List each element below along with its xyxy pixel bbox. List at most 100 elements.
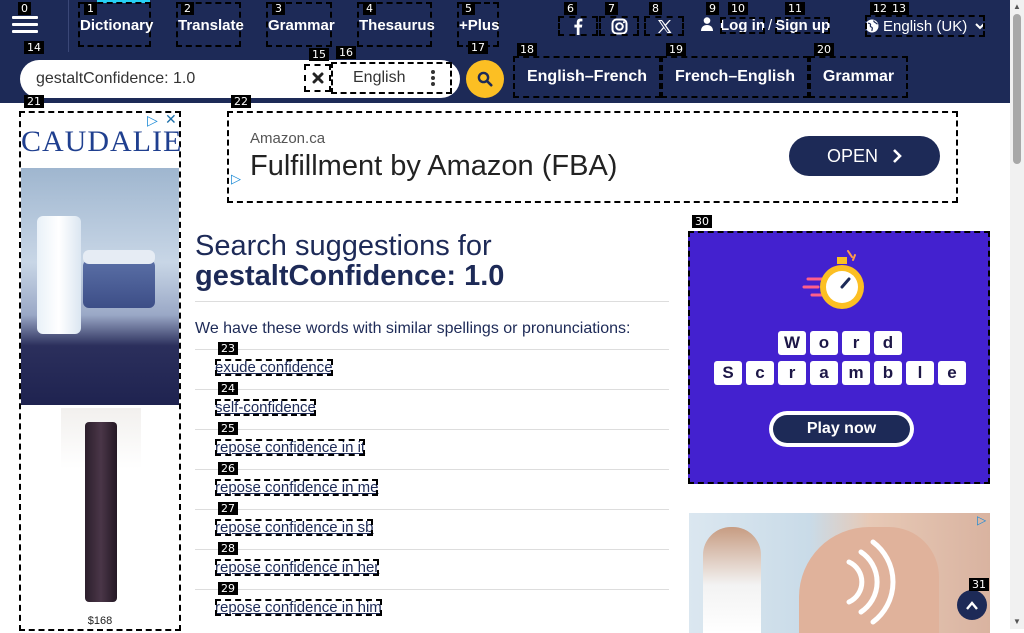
element-index-marker: 15 [309, 48, 329, 61]
suggestion-link[interactable]: repose confidence in it [215, 439, 366, 456]
word-scramble-promo[interactable]: W o r d S c r a m b l e Play now [688, 231, 990, 484]
element-index-marker: 9 [706, 2, 719, 15]
caudalie-ad[interactable]: ▷ ✕ CAUDALIE $168 [19, 111, 181, 631]
letter-tile: r [842, 331, 870, 355]
scrollbar-thumb[interactable] [1013, 14, 1021, 164]
element-index-marker: 5 [462, 2, 475, 15]
suggestion-link[interactable]: repose confidence in her [215, 559, 380, 576]
scroll-to-top-button[interactable] [957, 590, 987, 620]
element-index-marker: 24 [218, 382, 238, 395]
divider [195, 301, 669, 302]
element-index-marker: 25 [218, 422, 238, 435]
letter-tile: c [746, 361, 774, 385]
element-index-marker: 13 [889, 2, 909, 15]
nav-thesaurus[interactable]: Thesaurus [359, 17, 435, 34]
adchoices-icon[interactable]: ▷ [231, 171, 241, 187]
element-index-marker: 6 [564, 2, 577, 15]
suggestion-link[interactable]: repose confidence in him [215, 599, 382, 616]
login-slash: / [768, 17, 773, 34]
suggestion-link[interactable]: repose confidence in sb [215, 519, 374, 536]
search-button[interactable] [466, 60, 504, 98]
search-icon [477, 71, 493, 87]
amazon-ad-title: Fulfillment by Amazon (FBA) [250, 150, 618, 182]
hearing-ad[interactable]: ▷ [689, 513, 990, 633]
search-input[interactable] [36, 68, 306, 90]
element-index-marker: 8 [649, 2, 662, 15]
menu-icon[interactable] [12, 13, 38, 37]
element-index-marker: 28 [218, 542, 238, 555]
element-index-marker: 31 [969, 578, 989, 591]
divider [195, 589, 669, 590]
element-index-marker: 17 [468, 41, 488, 54]
element-index-marker: 27 [218, 502, 238, 515]
suggestion-link[interactable]: exude confidence [215, 359, 333, 376]
dict-link-french-english[interactable]: French–English [661, 56, 809, 98]
page-title-prefix: Search suggestions for [195, 230, 492, 262]
element-index-marker: 2 [181, 2, 194, 15]
letter-tile: l [906, 361, 934, 385]
element-index-marker: 11 [785, 2, 805, 15]
amazon-ad-source: Amazon.ca [250, 130, 326, 147]
letter-tile: m [842, 361, 870, 385]
login-signup: Log in / Sign up [701, 17, 831, 34]
top-navigation-bar: Dictionary Translate Grammar Thesaurus +… [0, 0, 1010, 52]
clear-search-button[interactable] [304, 64, 331, 92]
page-title-query: gestaltConfidence: 1.0 [195, 260, 505, 292]
amazon-open-button[interactable]: OPEN [789, 136, 940, 176]
divider [195, 429, 669, 430]
element-index-marker: 21 [24, 95, 44, 108]
instagram-icon[interactable] [599, 16, 639, 36]
play-now-label: Play now [773, 415, 910, 443]
dict-link-english-french[interactable]: English–French [513, 56, 661, 98]
nav-grammar[interactable]: Grammar [268, 17, 335, 34]
element-index-marker: 3 [272, 2, 285, 15]
close-icon [312, 72, 323, 84]
divider [195, 389, 669, 390]
login-link[interactable]: Log in [720, 17, 765, 34]
nav-translate[interactable]: Translate [178, 17, 244, 34]
user-icon [701, 17, 713, 31]
element-index-marker: 19 [666, 43, 686, 56]
element-index-marker: 10 [728, 2, 748, 15]
letter-tile: o [810, 331, 838, 355]
page-scrollbar[interactable]: ▲ ▼ [1010, 0, 1024, 629]
site-language-selector[interactable]: English (UK) [865, 15, 986, 37]
dict-link-grammar[interactable]: Grammar [809, 56, 908, 98]
element-index-marker: 22 [231, 95, 251, 108]
element-index-marker: 29 [218, 582, 238, 595]
page-title: Search suggestions for gestaltConfidence… [195, 231, 504, 291]
letter-tile: r [778, 361, 806, 385]
element-index-marker: 18 [517, 43, 537, 56]
signup-link[interactable]: Sign up [775, 17, 831, 34]
chevron-right-icon [893, 149, 902, 163]
element-index-marker: 7 [605, 2, 618, 15]
element-index-marker: 26 [218, 462, 238, 475]
element-index-marker: 20 [814, 43, 834, 56]
x-twitter-icon[interactable] [644, 16, 684, 36]
letter-tile: b [874, 361, 902, 385]
suggestion-link[interactable]: repose confidence in me [215, 479, 379, 496]
amazon-ad-banner[interactable]: Amazon.ca Fulfillment by Amazon (FBA) ▷ … [227, 111, 958, 203]
element-index-marker: 16 [336, 46, 356, 59]
element-index-marker: 4 [363, 2, 376, 15]
chevron-down-icon [975, 22, 985, 29]
globe-icon [865, 19, 879, 33]
caudalie-price: $168 [87, 615, 113, 627]
search-language-label: English [353, 69, 406, 86]
element-index-marker: 23 [218, 342, 238, 355]
amazon-open-label: OPEN [826, 145, 878, 166]
stopwatch-icon [802, 250, 864, 309]
sound-wave-icon [846, 539, 896, 625]
element-index-marker: 14 [24, 41, 44, 54]
divider [195, 469, 669, 470]
facebook-icon[interactable] [558, 16, 598, 36]
suggestion-link[interactable]: self-confidence [215, 399, 316, 416]
nav-dictionary[interactable]: Dictionary [80, 17, 153, 34]
doctor-image [703, 527, 761, 633]
nav-plus[interactable]: +Plus [459, 17, 499, 34]
search-language-select[interactable]: English [331, 62, 452, 94]
play-now-button[interactable]: Play now [769, 411, 914, 447]
adchoices-icon[interactable]: ▷ [977, 513, 986, 527]
letter-tile: e [938, 361, 966, 385]
caudalie-serum-image [61, 408, 141, 611]
